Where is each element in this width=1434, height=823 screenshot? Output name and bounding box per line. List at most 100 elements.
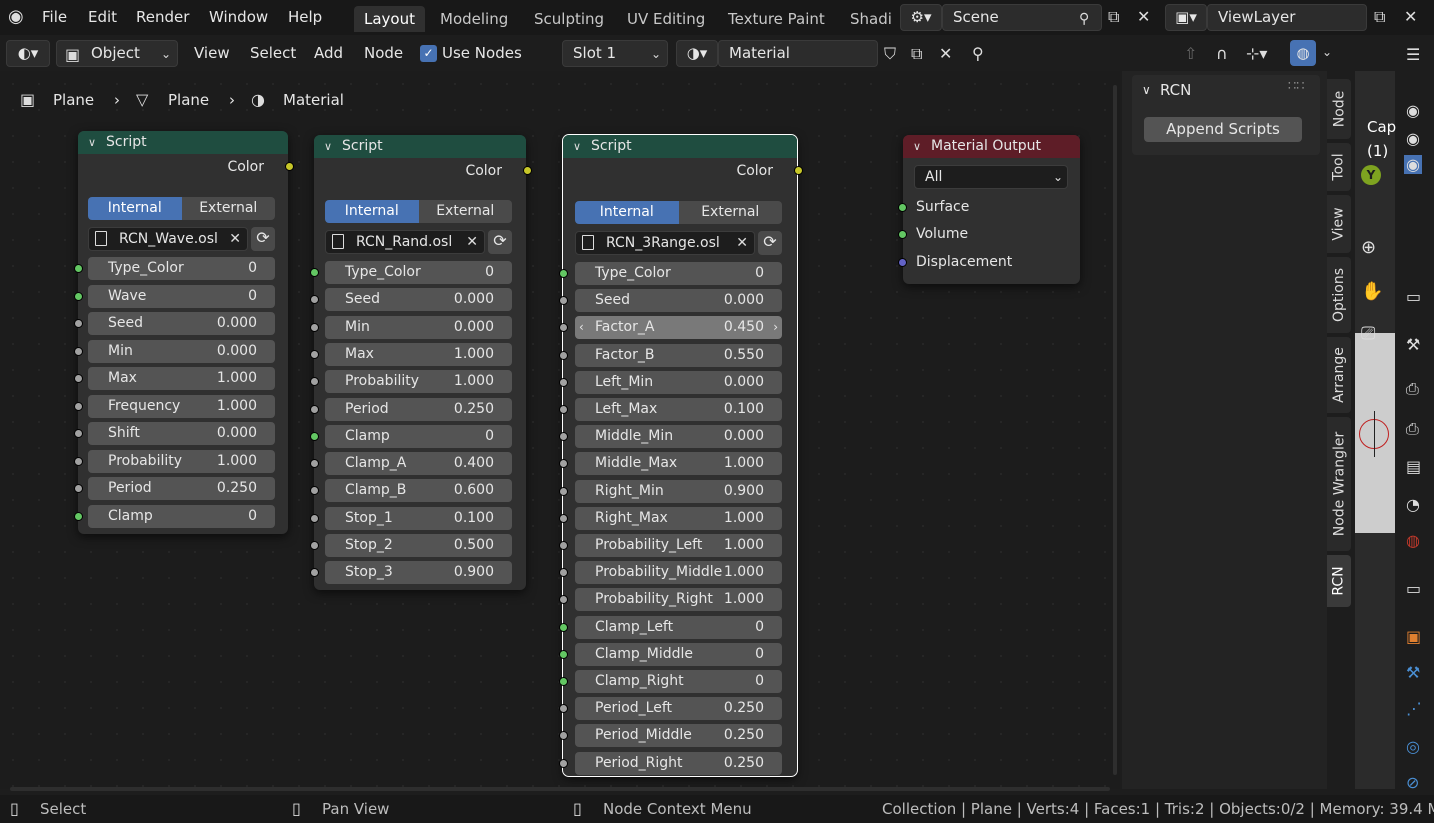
input-socket[interactable] <box>559 405 568 414</box>
input-field[interactable]: Period_Middle 0.250 <box>559 724 782 748</box>
surface-socket[interactable] <box>898 203 907 212</box>
input-socket[interactable] <box>74 429 83 438</box>
input-field[interactable]: Clamp_Left 0 <box>559 615 782 639</box>
tab-rcn[interactable]: RCN <box>1327 555 1351 607</box>
input-field[interactable]: Clamp_Middle 0 <box>559 642 782 666</box>
toggle-icon[interactable]: ▭ <box>1406 287 1421 306</box>
input-socket[interactable] <box>559 649 568 659</box>
new-viewlayer-icon[interactable]: ⧉ <box>1374 7 1385 27</box>
input-socket[interactable] <box>559 677 568 686</box>
input-socket[interactable] <box>74 456 83 466</box>
input-socket[interactable] <box>559 595 568 605</box>
delete-scene-icon[interactable]: ✕ <box>1137 7 1150 26</box>
input-socket[interactable] <box>559 541 568 550</box>
append-scripts-button[interactable]: Append Scripts <box>1144 117 1302 142</box>
input-socket[interactable] <box>559 731 568 741</box>
editor-type-button[interactable]: ◐▾ <box>6 40 50 67</box>
camera-icon[interactable]: ◉ <box>1404 155 1422 174</box>
input-field[interactable]: Max 1.000 <box>310 342 512 366</box>
material-browse-button[interactable]: ◑▾ <box>676 40 718 67</box>
input-socket[interactable] <box>559 568 568 578</box>
outliner-icon[interactable]: ☰ <box>1406 45 1420 64</box>
script-file-field[interactable]: RCN_3Range.osl ✕ <box>575 231 755 255</box>
mode-toggle[interactable]: Internal External <box>575 201 782 224</box>
constraints-icon[interactable]: ⊘ <box>1406 773 1419 792</box>
input-field[interactable]: Seed 0.000 <box>74 312 275 335</box>
chevron-down-icon[interactable]: ∨ <box>1142 83 1151 97</box>
input-socket[interactable] <box>559 622 568 632</box>
input-socket[interactable] <box>559 377 568 387</box>
input-socket[interactable] <box>559 269 568 278</box>
input-field[interactable]: Stop_3 0.900 <box>310 561 512 585</box>
menu-add[interactable]: Add <box>314 44 343 62</box>
input-socket[interactable] <box>310 404 319 414</box>
material-name-field[interactable]: Material <box>718 40 878 67</box>
new-scene-icon[interactable]: ⧉ <box>1108 7 1119 27</box>
menu-help[interactable]: Help <box>288 8 322 26</box>
input-socket[interactable] <box>559 459 568 469</box>
mode-toggle[interactable]: Internal External <box>88 197 275 220</box>
input-socket[interactable] <box>310 268 319 277</box>
input-socket[interactable] <box>74 319 83 328</box>
tab-texture-paint[interactable]: Texture Paint <box>718 6 835 32</box>
input-field[interactable]: Factor_B 0.550 <box>559 343 782 367</box>
slot-dropdown[interactable]: Slot 1 ⌄ <box>562 40 668 67</box>
unlink-material-icon[interactable]: ✕ <box>939 44 952 63</box>
input-field[interactable]: Min 0.000 <box>310 315 512 339</box>
input-socket[interactable] <box>310 377 319 387</box>
input-socket[interactable] <box>310 459 319 469</box>
script-node-rand[interactable]: ∨ Script Color Internal External RCN_Rand.… <box>310 135 532 590</box>
viewport-3d[interactable]: Cap (1) Y ⊕ ✋ ⎚ <box>1355 71 1396 789</box>
tab-layout[interactable]: Layout <box>354 6 425 32</box>
script-node-wave[interactable]: ∨ Script Color Internal External RCN_Wave.… <box>74 131 294 534</box>
external-option[interactable]: External <box>181 197 275 220</box>
snap-options-icon[interactable]: ⊹▾ <box>1246 44 1267 63</box>
input-socket[interactable] <box>310 431 319 441</box>
input-field[interactable]: Probability_Middle 1.000 <box>559 561 782 585</box>
script-node-3range[interactable]: ∨ Script Color Internal External RCN_3Rang… <box>559 134 803 777</box>
input-field[interactable]: Stop_1 0.100 <box>310 506 512 530</box>
node-header[interactable]: ∨ Script <box>78 131 288 154</box>
camera-icon[interactable]: ◉ <box>1406 129 1420 148</box>
input-socket[interactable] <box>74 374 83 383</box>
reload-icon[interactable]: ⟳ <box>758 231 782 255</box>
input-field[interactable]: Clamp_A 0.400 <box>310 452 512 476</box>
input-socket[interactable] <box>559 704 568 714</box>
use-nodes-checkbox[interactable]: ✓ <box>420 45 437 62</box>
internal-option[interactable]: Internal <box>88 197 182 220</box>
script-file-field[interactable]: RCN_Rand.osl ✕ <box>325 230 485 254</box>
input-field[interactable]: Period_Left 0.250 <box>559 697 782 721</box>
volume-socket[interactable] <box>898 230 907 239</box>
camera-icon[interactable]: ◉ <box>1406 101 1420 120</box>
view-layer-icon[interactable]: ▤ <box>1406 457 1421 476</box>
tab-modeling[interactable]: Modeling <box>430 6 518 32</box>
node-header[interactable]: ∨ Script <box>563 135 797 158</box>
input-socket[interactable] <box>74 346 83 356</box>
world-icon[interactable]: ◍ <box>1406 531 1420 550</box>
input-field[interactable]: Period 0.250 <box>74 477 275 500</box>
input-field[interactable]: Right_Max 1.000 <box>559 506 782 530</box>
scene-name-field[interactable]: Scene ⚲ <box>942 4 1102 31</box>
overlays-icon[interactable]: ◍ <box>1290 40 1316 66</box>
input-field[interactable]: Type_Color 0 <box>559 262 782 285</box>
input-field[interactable]: ‹ › Factor_A 0.450 <box>559 316 782 340</box>
parent-node-tree-icon[interactable]: ⇧ <box>1184 44 1197 63</box>
menu-select[interactable]: Select <box>250 44 296 62</box>
tab-options[interactable]: Options <box>1327 257 1351 333</box>
scene-browse-button[interactable]: ⚙▾ <box>900 4 942 31</box>
input-field[interactable]: Middle_Max 1.000 <box>559 452 782 476</box>
close-icon[interactable]: ✕ <box>736 232 748 254</box>
output-socket[interactable] <box>794 166 803 175</box>
input-field[interactable]: Period_Right 0.250 <box>559 751 782 775</box>
object-mode-dropdown[interactable]: ▣ Object ⌄ <box>56 40 178 67</box>
input-field[interactable]: Min 0.000 <box>74 339 275 363</box>
render-icon[interactable]: ⎙ <box>1406 379 1419 399</box>
input-socket[interactable] <box>559 323 568 333</box>
input-field[interactable]: Probability 1.000 <box>310 370 512 394</box>
material-output-node[interactable]: ∨ Material Output All ⌄ Surface Volume Dis… <box>898 135 1080 284</box>
input-socket[interactable] <box>74 264 83 273</box>
tab-node-wrangler[interactable]: Node Wrangler <box>1327 417 1351 551</box>
tab-sculpting[interactable]: Sculpting <box>524 6 614 32</box>
input-field[interactable]: Type_Color 0 <box>74 257 275 280</box>
chevron-left-icon[interactable]: ‹ <box>579 316 584 339</box>
